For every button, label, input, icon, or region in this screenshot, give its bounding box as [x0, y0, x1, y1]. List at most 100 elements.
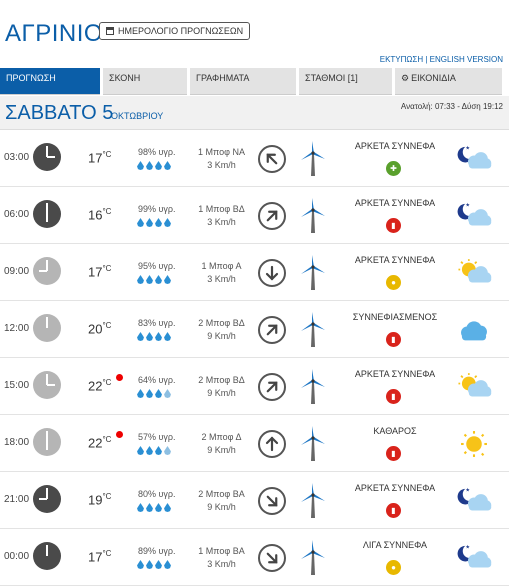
tab-bar: ΠΡΟΓΝΩΣΗ ΣΚΟΝΗ ΓΡΑΦΗΜΑΤΑ ΣΤΑΘΜΟΙ [1] ⚙ ΕΙ… [0, 68, 509, 96]
wind-speed: 9 Km/h [207, 331, 236, 341]
clock-icon [33, 485, 61, 513]
header: ΑΓΡΙΝΙΟ ΗΜΕΡΟΛΟΓΙΟ ΠΡΟΓΝΩΣΕΩΝ ΕΚΤΥΠΩΣΗ |… [0, 0, 509, 68]
humidity-drop-icon [146, 389, 153, 398]
humidity-drop-icon [164, 161, 171, 170]
svg-text:★: ★ [465, 146, 470, 152]
row-wind: 2 Μποφ Δ 9 Km/h [189, 431, 254, 457]
row-description: ΑΡΚΕΤΑ ΣΥΝΝΕΦΑ [354, 141, 436, 151]
humidity-drops [137, 218, 171, 227]
forecast-calendar-button[interactable]: ΗΜΕΡΟΛΟΓΙΟ ΠΡΟΓΝΩΣΕΩΝ [99, 22, 251, 40]
humidity-drop-icon [155, 218, 162, 227]
humidity-drop-icon [137, 332, 144, 341]
clock-icon [33, 428, 61, 456]
table-row: 03:00 17°C 98% υγρ. 1 Μποφ ΝΑ 3 Km/h ΑΡΚΕΤΑ Σ… [0, 130, 509, 187]
row-description: ΣΥΝΝΕΦΙΑΣΜΕΝΟΣ [352, 312, 438, 322]
wind-direction-arrow-icon [252, 139, 292, 179]
clock-icon [33, 143, 61, 171]
table-row: 12:00 20°C 83% υγρ. 2 Μποφ ΒΔ 9 Km/h ΣΥΝΝΕΦΙΑ… [0, 301, 509, 358]
svg-text:★: ★ [465, 488, 470, 494]
humidity-drop-icon [146, 275, 153, 284]
humidity-drop-icon [164, 503, 171, 512]
index-badge-icon: ▮ [386, 503, 401, 518]
wind-direction-arrow-icon [252, 310, 292, 350]
index-badge-icon: ● [386, 560, 401, 575]
row-description: ΑΡΚΕΤΑ ΣΥΝΝΕΦΑ [354, 255, 436, 265]
index-badge-icon: ▮ [386, 332, 401, 347]
row-temperature: 22°C [88, 435, 112, 451]
wind-beaufort: 2 Μποφ ΒΑ [198, 489, 245, 499]
row-description: ΚΑΘΑΡΟΣ [373, 426, 417, 436]
row-time: 00:00 [4, 551, 30, 562]
table-row: 00:00 17°C 89% υγρ. 1 Μποφ ΒΑ 3 Km/h ΛΙΓΑ ΣΥΝ… [0, 529, 509, 586]
humidity-drop-icon [155, 503, 162, 512]
humidity-drop-icon [155, 275, 162, 284]
humidity-drop-icon [164, 389, 171, 398]
calendar-icon [106, 27, 114, 35]
wind-turbine-icon [300, 197, 326, 238]
wind-turbine-icon [300, 311, 326, 352]
index-badge-icon: ▮ [386, 446, 401, 461]
row-humidity: 95% υγρ. [138, 261, 176, 271]
row-description: ΑΡΚΕΤΑ ΣΥΝΝΕΦΑ [354, 369, 436, 379]
table-row: 09:00 17°C 95% υγρ. 1 Μποφ Α 3 Km/h ΑΡΚΕΤΑ ΣΥ… [0, 244, 509, 301]
wind-beaufort: 2 Μποφ ΒΔ [198, 318, 245, 328]
wind-beaufort: 1 Μποφ ΒΔ [198, 204, 245, 214]
humidity-drop-icon [164, 275, 171, 284]
wind-turbine-icon [300, 539, 326, 580]
wind-direction-arrow-icon [252, 538, 292, 578]
humidity-drop-icon [146, 503, 153, 512]
humidity-drop-icon [146, 560, 153, 569]
humidity-drops [137, 446, 171, 455]
row-wind: 2 Μποφ ΒΔ 9 Km/h [189, 374, 254, 400]
tab-dust[interactable]: ΣΚΟΝΗ [103, 68, 187, 95]
humidity-drop-icon [146, 161, 153, 170]
row-time: 21:00 [4, 494, 30, 505]
heat-alert-dot [116, 374, 123, 381]
wind-turbine-icon [300, 254, 326, 295]
tab-charts[interactable]: ΓΡΑΦΗΜΑΤΑ [190, 68, 296, 95]
humidity-drop-icon [164, 446, 171, 455]
row-humidity: 98% υγρ. [138, 147, 176, 157]
wind-direction-arrow-icon [258, 259, 286, 287]
table-row: 06:00 16°C 99% υγρ. 1 Μποφ ΒΔ 3 Km/h ΑΡΚΕΤΑ Σ… [0, 187, 509, 244]
print-english-links[interactable]: ΕΚΤΥΠΩΣΗ | ENGLISH VERSION [380, 55, 503, 64]
moon-cloud-weather-icon: ★ [455, 200, 493, 237]
humidity-drop-icon [164, 560, 171, 569]
humidity-drops [137, 503, 171, 512]
row-temperature: 17°C [88, 150, 112, 166]
index-badge-icon: ● [386, 275, 401, 290]
cloud-weather-icon [455, 314, 493, 351]
tab-icons[interactable]: ⚙ ΕΙΚΟΝΙΔΙΑ [395, 68, 502, 95]
clock-icon [33, 314, 61, 342]
tab-stations[interactable]: ΣΤΑΘΜΟΙ [1] [299, 68, 392, 95]
tab-forecast[interactable]: ΠΡΟΓΝΩΣΗ [0, 68, 100, 95]
row-time: 12:00 [4, 323, 30, 334]
wind-direction-arrow-icon [252, 481, 292, 521]
svg-text:★: ★ [465, 203, 470, 209]
humidity-drops [137, 275, 171, 284]
wind-beaufort: 2 Μποφ ΒΔ [198, 375, 245, 385]
table-row: 21:00 19°C 80% υγρ. 2 Μποφ ΒΑ 9 Km/h ΑΡΚΕΤΑ Σ… [0, 472, 509, 529]
clock-icon [33, 371, 61, 399]
humidity-drop-icon [164, 218, 171, 227]
humidity-drop-icon [155, 332, 162, 341]
humidity-drops [137, 161, 171, 170]
row-description: ΑΡΚΕΤΑ ΣΥΝΝΕΦΑ [354, 483, 436, 493]
humidity-drop-icon [137, 275, 144, 284]
clock-icon [33, 542, 61, 570]
wind-turbine-icon [300, 368, 326, 409]
moon-cloud-weather-icon: ★ [455, 542, 493, 579]
humidity-drops [137, 332, 171, 341]
wind-turbine-icon [300, 140, 326, 181]
sun-cloud-weather-icon [455, 257, 493, 294]
row-description: ΑΡΚΕΤΑ ΣΥΝΝΕΦΑ [354, 198, 436, 208]
humidity-drops [137, 389, 171, 398]
row-humidity: 83% υγρ. [138, 318, 176, 328]
moon-cloud-weather-icon: ★ [455, 143, 493, 180]
wind-direction-arrow-icon [258, 430, 286, 458]
humidity-drop-icon [137, 446, 144, 455]
row-temperature: 16°C [88, 207, 112, 223]
sun-cloud-weather-icon [455, 371, 493, 408]
row-wind: 1 Μποφ ΒΔ 3 Km/h [189, 203, 254, 229]
humidity-drop-icon [155, 446, 162, 455]
